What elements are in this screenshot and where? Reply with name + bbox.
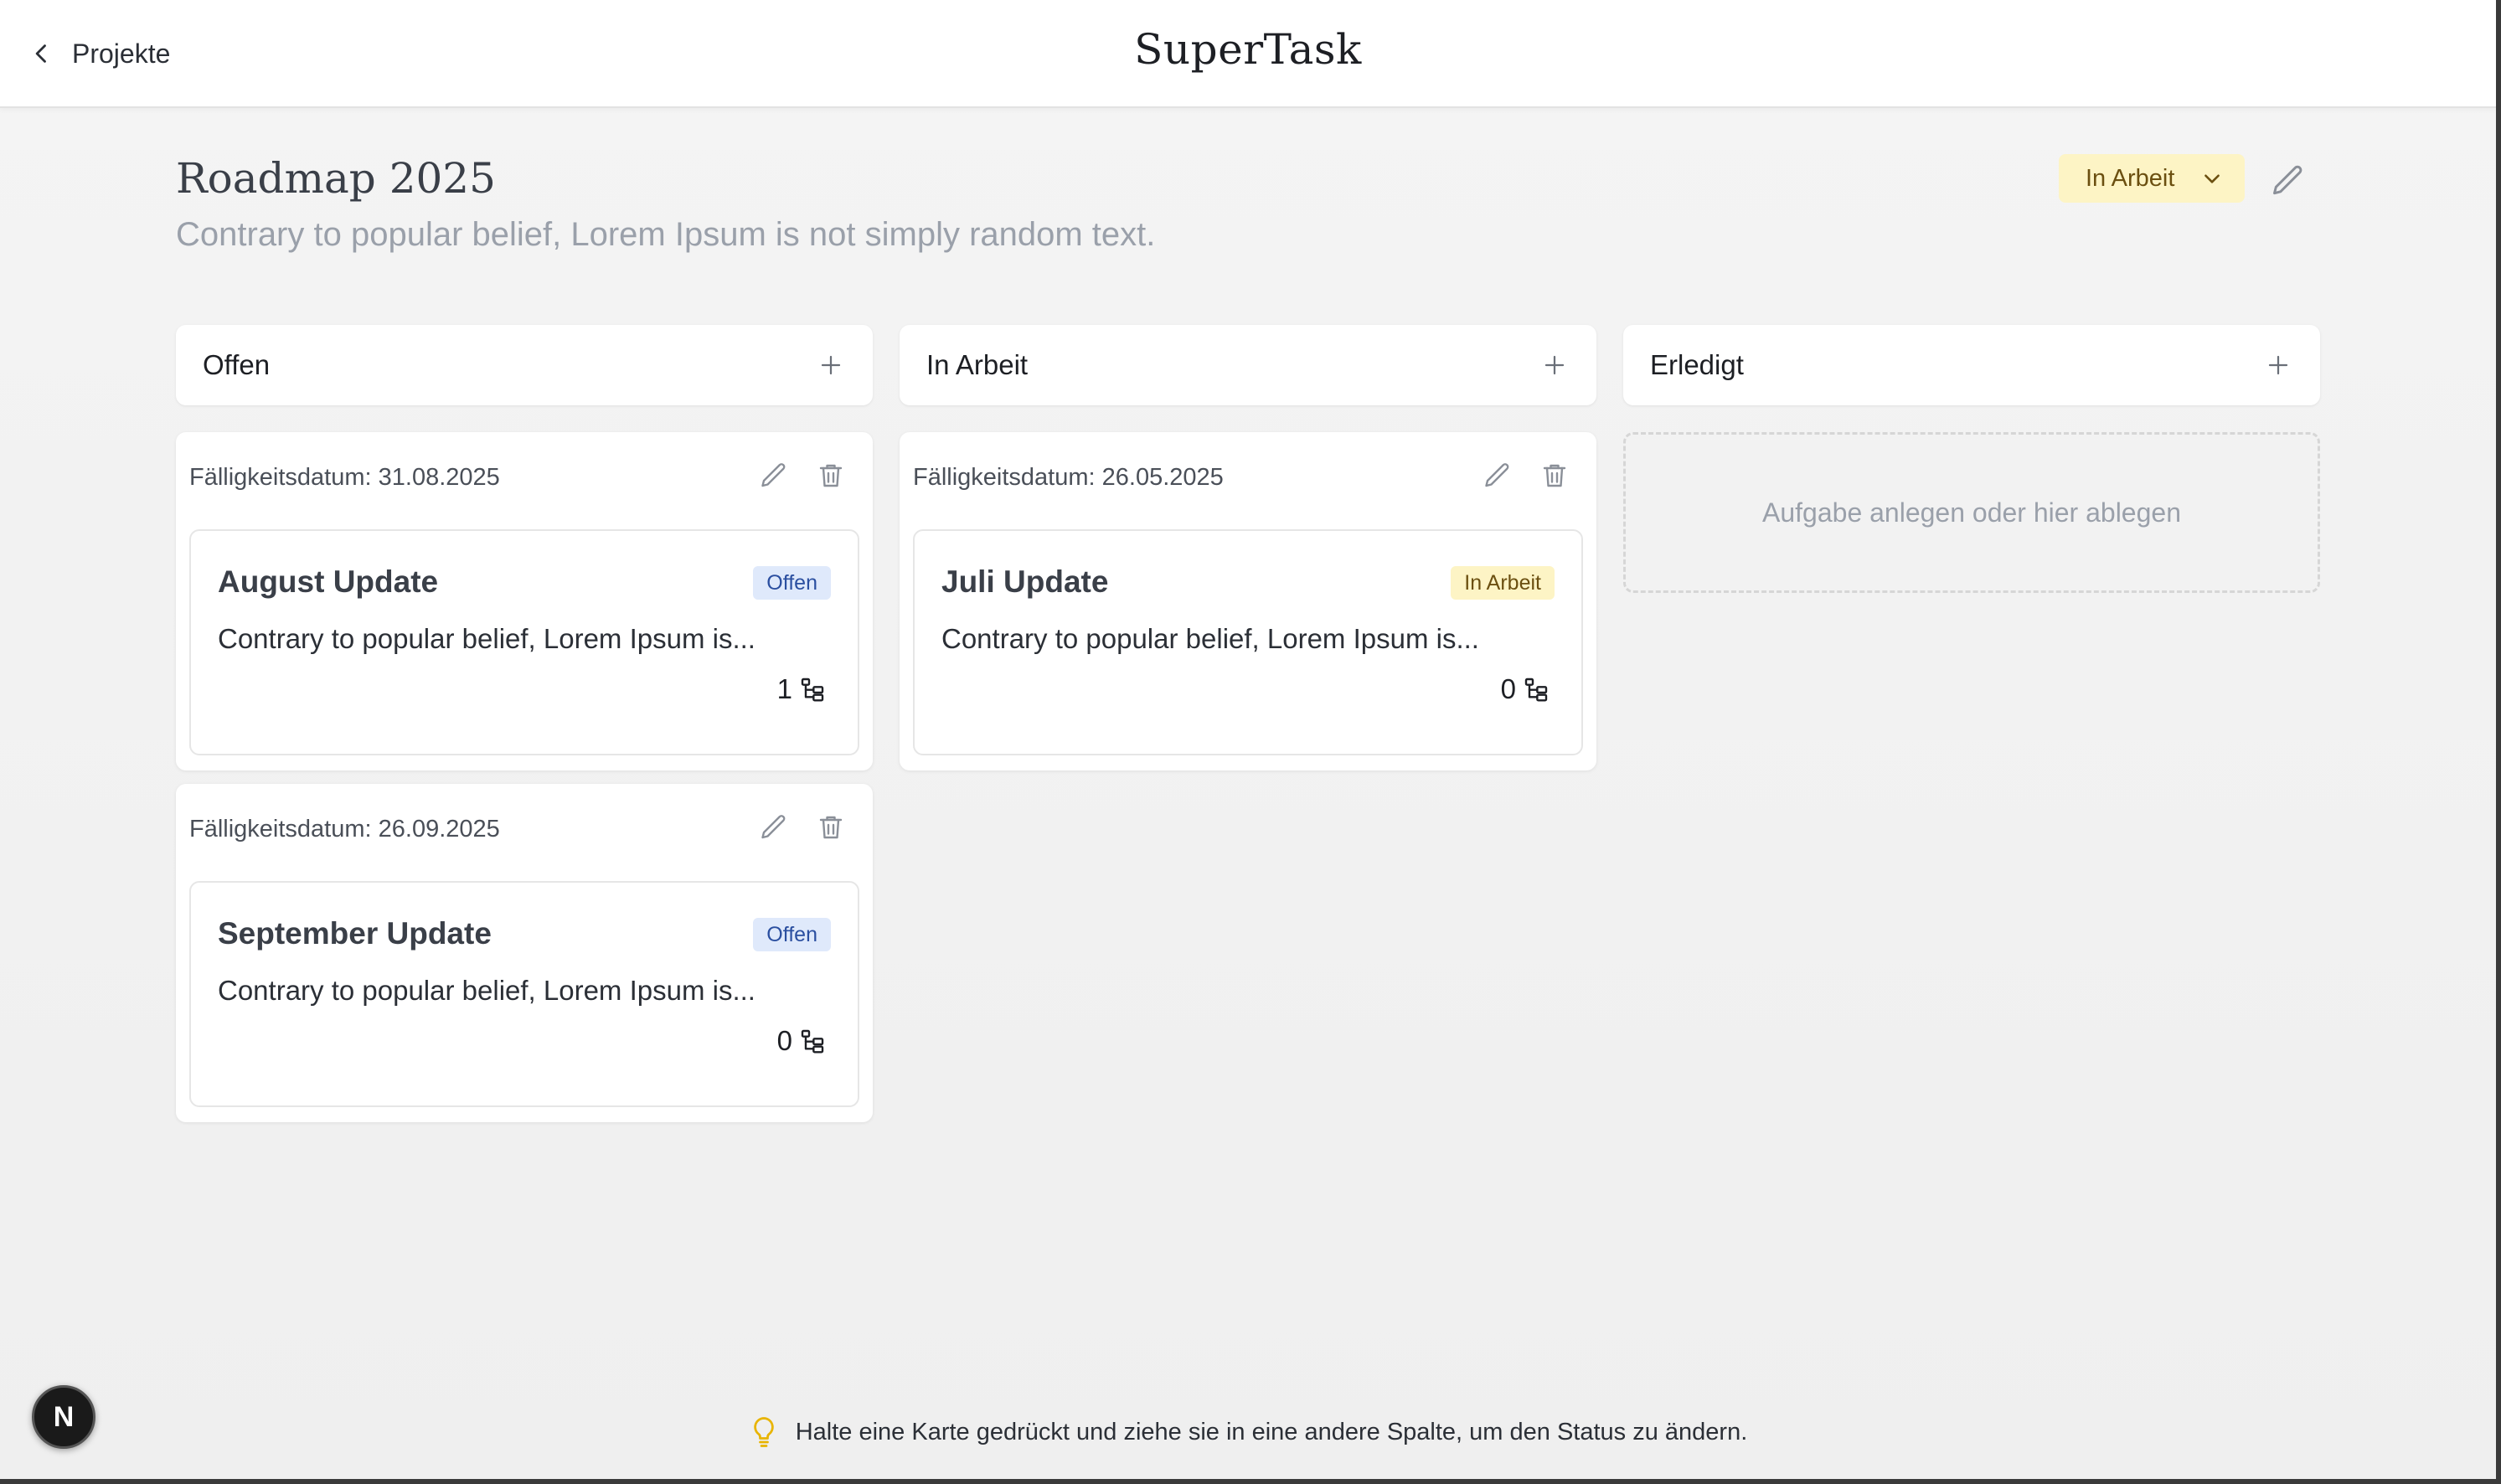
subtask-count-value: 0 — [776, 1025, 792, 1056]
task-title: Juli Update — [941, 564, 1109, 599]
edit-task-button[interactable] — [755, 809, 792, 846]
task-description: Contrary to popular belief, Lorem Ipsum … — [218, 623, 755, 654]
column-header-in-arbeit: In Arbeit — [900, 325, 1596, 405]
subtask-count-value: 1 — [776, 673, 792, 704]
column-header-offen: Offen — [176, 325, 873, 405]
subtask-count: 0 — [1501, 673, 1550, 705]
task-item: Fälligkeitsdatum: 26.09.2025 September U… — [176, 784, 873, 1122]
task-description: Contrary to popular belief, Lorem Ipsum … — [941, 623, 1479, 654]
pencil-icon — [761, 463, 786, 487]
trash-icon — [1543, 464, 1566, 487]
task-card[interactable]: September Update Offen Contrary to popul… — [189, 881, 859, 1107]
project-description: Contrary to popular belief, Lorem Ipsum … — [176, 216, 1156, 253]
task-due-date: Fälligkeitsdatum: 26.05.2025 — [913, 464, 1224, 491]
add-task-button[interactable] — [2261, 348, 2295, 382]
pencil-icon — [2273, 165, 2302, 195]
task-card[interactable]: August Update Offen Contrary to popular … — [189, 529, 859, 755]
subtask-count-value: 0 — [1500, 673, 1516, 704]
project-title: Roadmap 2025 — [176, 154, 496, 203]
subtask-tree-icon — [801, 678, 824, 702]
column-title: In Arbeit — [926, 349, 1029, 380]
column-header-erledigt: Erledigt — [1623, 325, 2320, 405]
dev-tools-badge[interactable]: N — [32, 1385, 95, 1449]
task-due-date: Fälligkeitsdatum: 31.08.2025 — [189, 464, 500, 491]
chevron-down-icon — [2204, 174, 2220, 183]
delete-task-button[interactable] — [1536, 457, 1573, 494]
drag-hint: Halte eine Karte gedrückt und ziehe sie … — [0, 1415, 2496, 1449]
task-due-date: Fälligkeitsdatum: 26.09.2025 — [189, 816, 500, 842]
task-title: September Update — [218, 916, 492, 951]
edit-project-button[interactable] — [2266, 159, 2310, 203]
trash-icon — [819, 464, 843, 487]
plus-icon — [1544, 355, 1565, 375]
task-status-badge: Offen — [753, 566, 831, 600]
edit-task-button[interactable] — [1479, 457, 1516, 494]
add-task-button[interactable] — [814, 348, 848, 382]
subtask-count: 0 — [777, 1025, 826, 1057]
task-item: Fälligkeitsdatum: 26.05.2025 Juli Update… — [900, 432, 1596, 770]
edit-task-button[interactable] — [755, 457, 792, 494]
drag-hint-text: Halte eine Karte gedrückt und ziehe sie … — [795, 1418, 1748, 1445]
project-status-value: In Arbeit — [2086, 164, 2175, 192]
task-description: Contrary to popular belief, Lorem Ipsum … — [218, 975, 755, 1006]
pencil-icon — [761, 815, 786, 839]
task-status-badge: Offen — [753, 918, 831, 951]
column-title: Offen — [203, 349, 271, 380]
lightbulb-icon — [753, 1417, 774, 1447]
subtask-count: 1 — [777, 673, 826, 705]
subtask-tree-icon — [801, 1029, 824, 1054]
project-status-select[interactable]: In Arbeit — [2059, 154, 2245, 203]
task-card[interactable]: Juli Update In Arbeit Contrary to popula… — [913, 529, 1583, 755]
delete-task-button[interactable] — [812, 457, 849, 494]
app-title: SuperTask — [1134, 25, 1362, 74]
task-title: August Update — [218, 564, 439, 599]
add-task-button[interactable] — [1538, 348, 1571, 382]
top-bar: Projekte SuperTask — [0, 0, 2496, 108]
task-status-badge: In Arbeit — [1451, 566, 1555, 600]
pencil-icon — [1485, 463, 1509, 487]
plus-icon — [821, 355, 841, 375]
delete-task-button[interactable] — [812, 809, 849, 846]
column-title: Erledigt — [1650, 349, 1744, 380]
trash-icon — [819, 816, 843, 839]
task-item: Fälligkeitsdatum: 31.08.2025 August Upda… — [176, 432, 873, 770]
subtask-tree-icon — [1524, 678, 1548, 702]
drop-zone-erledigt[interactable]: Aufgabe anlegen oder hier ablegen — [1623, 432, 2320, 593]
plus-icon — [2268, 355, 2288, 375]
